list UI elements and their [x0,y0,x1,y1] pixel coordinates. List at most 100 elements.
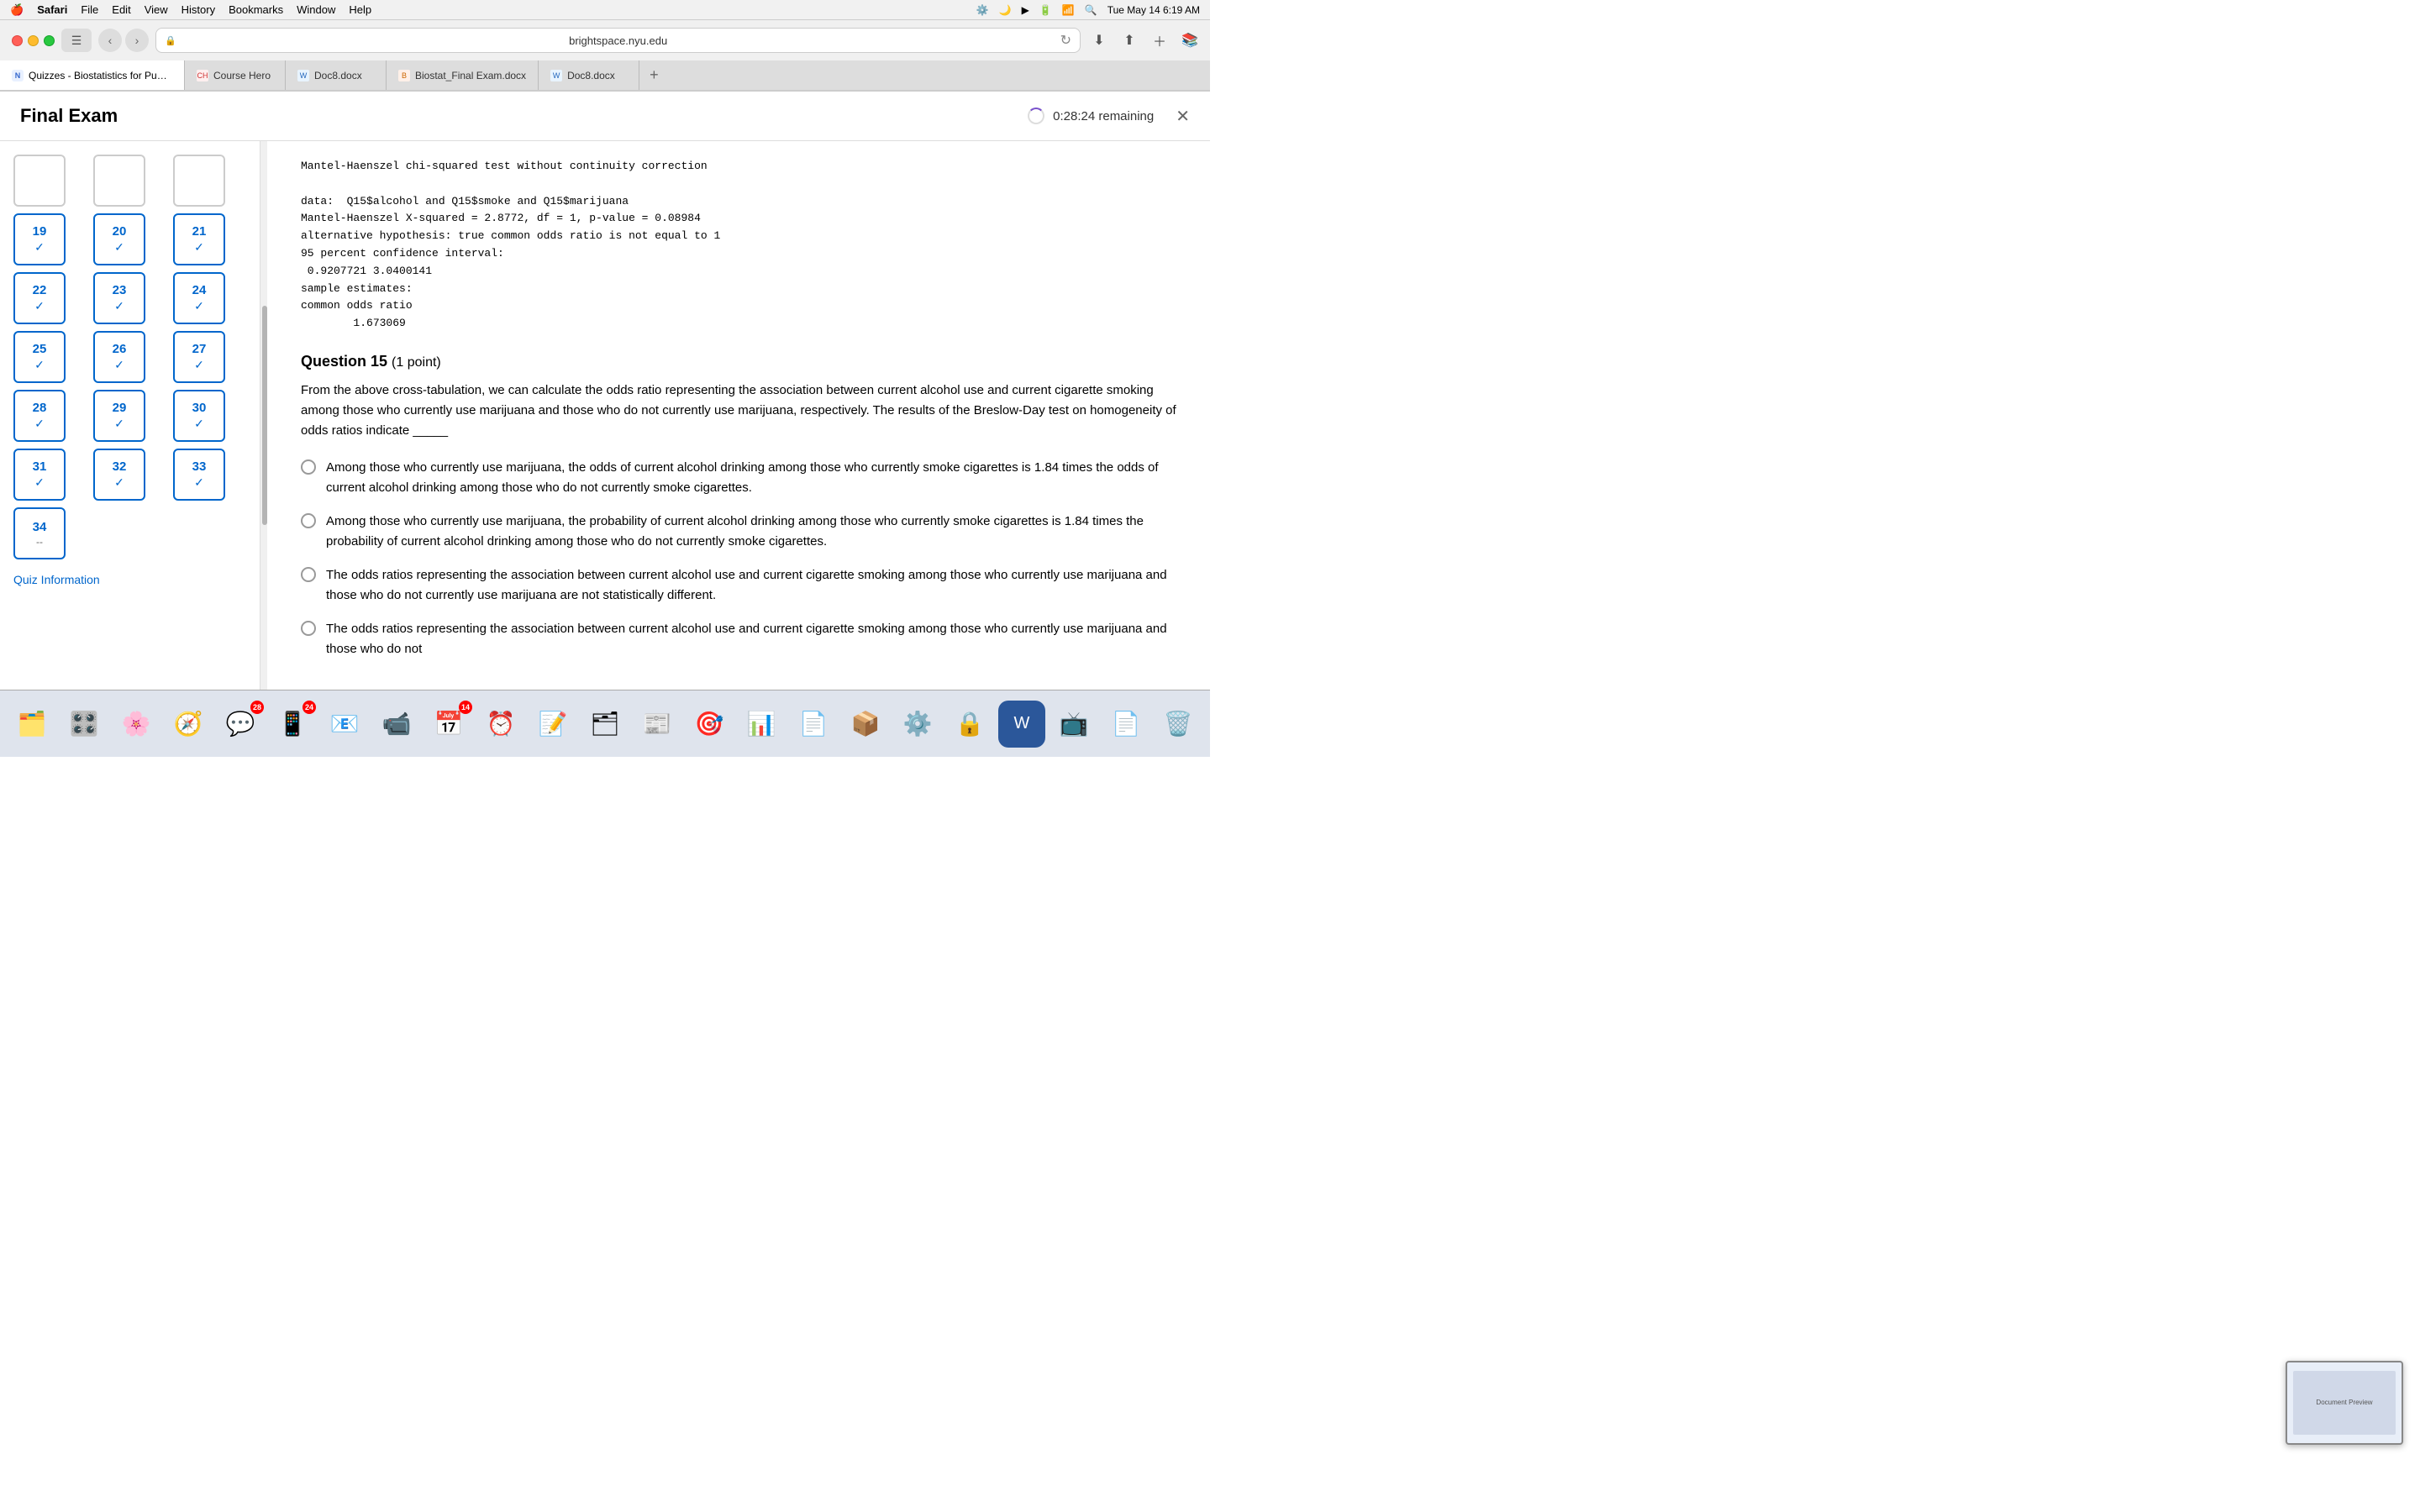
dock-keynote[interactable]: 🎯 [686,701,733,748]
question-nav-28[interactable]: 28✓ [13,390,66,442]
option-d[interactable]: The odds ratios representing the associa… [301,619,1176,659]
tab-biostat[interactable]: B Biostat_Final Exam.docx [387,60,539,90]
dock-safari[interactable]: 🧭 [165,701,212,748]
question-nav-30[interactable]: 30✓ [173,390,225,442]
close-exam-button[interactable]: ✕ [1176,106,1190,127]
question-nav-27[interactable]: 27✓ [173,331,225,383]
reload-button[interactable]: ↻ [1060,32,1071,49]
thumbnail-preview: Document Preview [2287,1362,2402,1443]
minimize-window-button[interactable] [28,35,39,46]
menu-edit[interactable]: Edit [112,3,130,16]
address-bar[interactable]: 🔒 brightspace.nyu.edu ↻ [155,28,1081,53]
clock: Tue May 14 6:19 AM [1107,4,1200,16]
sidebar-toggle-button[interactable]: ☰ [61,29,92,52]
dock-numbers[interactable]: 📊 [738,701,785,748]
dock-word[interactable]: W [998,701,1045,748]
question-nav-29[interactable]: 29✓ [93,390,145,442]
dock-whatsapp2[interactable]: 🔒 [946,701,993,748]
tab-coursehero[interactable]: CH Course Hero [185,60,286,90]
option-c[interactable]: The odds ratios representing the associa… [301,565,1176,606]
question-nav-26[interactable]: 26✓ [93,331,145,383]
tab-label-doc8b: Doc8.docx [567,70,627,81]
menu-file[interactable]: File [81,3,98,16]
do-not-disturb-icon[interactable]: 🌙 [999,4,1012,16]
menu-help[interactable]: Help [349,3,371,16]
question-nav-24[interactable]: 24✓ [173,272,225,324]
dock-messages[interactable]: 💬 28 [217,701,264,748]
back-button[interactable]: ‹ [98,29,122,52]
apple-menu[interactable]: 🍎 [10,3,24,17]
dock-photos[interactable]: 🌸 [113,701,160,748]
add-tab-button[interactable]: + [639,60,669,90]
tab-favicon-doc8a: W [297,70,309,81]
new-tab-button[interactable]: ＋ [1148,29,1171,52]
question-nav-23[interactable]: 23✓ [93,272,145,324]
nav-buttons: ‹ › [98,29,149,52]
option-a[interactable]: Among those who currently use marijuana,… [301,458,1176,498]
menu-view[interactable]: View [145,3,168,16]
option-d-text: The odds ratios representing the associa… [326,619,1176,659]
menu-window[interactable]: Window [297,3,335,16]
tab-doc8b[interactable]: W Doc8.docx [539,60,639,90]
share-button[interactable]: ⬆ [1118,29,1141,52]
tab-label-coursehero: Course Hero [213,70,273,81]
menu-history[interactable]: History [182,3,215,16]
sidebar-scrollbar[interactable] [260,141,267,690]
dock-finder[interactable]: 🗂️ [8,701,55,748]
radio-c[interactable] [301,567,316,582]
url-display[interactable]: brightspace.nyu.edu [182,34,1055,47]
question-nav-34[interactable]: 34 -- [13,507,66,559]
forward-button[interactable]: › [125,29,149,52]
menubar: 🍎 Safari File Edit View History Bookmark… [0,0,1210,20]
dock-appstore[interactable]: 📦 [842,701,889,748]
dock-facetime[interactable]: 📹 [373,701,420,748]
radio-b[interactable] [301,513,316,528]
reading-list-button[interactable]: 📚 [1178,29,1202,52]
dock-doc[interactable]: 📄 [1102,701,1150,748]
tab-bar: N Quizzes - Biostatistics for Public Hea… [0,60,1210,91]
tab-favicon-quizzes: N [12,70,24,81]
dock-notes[interactable]: 📝 [529,701,576,748]
menu-safari[interactable]: Safari [37,3,67,16]
question-nav-31[interactable]: 31✓ [13,449,66,501]
quiz-information-link[interactable]: Quiz Information [13,573,246,586]
control-center-icon[interactable]: ⚙️ [976,4,989,16]
tab-quizzes[interactable]: N Quizzes - Biostatistics for Public Hea… [0,60,185,91]
radio-a[interactable] [301,459,316,475]
dock-news[interactable]: 📰 [634,701,681,748]
dock-trash[interactable]: 🗑️ [1155,701,1202,748]
dock-calendar[interactable]: 📅 14 [425,701,472,748]
question-nav-33[interactable]: 33✓ [173,449,225,501]
battery-icon[interactable]: 🔋 [1039,4,1052,16]
close-window-button[interactable] [12,35,23,46]
dock-systemprefs[interactable]: ⚙️ [894,701,941,748]
tab-favicon-coursehero: CH [197,70,208,81]
content-area[interactable]: Mantel-Haenszel chi-squared test without… [267,141,1210,690]
dock-whatsapp-badge: 24 [302,701,316,714]
question-nav-20[interactable]: 20✓ [93,213,145,265]
question-nav-25[interactable]: 25✓ [13,331,66,383]
dock-whatsapp[interactable]: 📱 24 [269,701,316,748]
question-nav-19[interactable]: 19✓ [13,213,66,265]
option-b[interactable]: Among those who currently use marijuana,… [301,512,1176,552]
dock-calendar-badge: 14 [459,701,472,714]
airplay-icon[interactable]: ▶ [1022,4,1029,16]
question-nav-22[interactable]: 22✓ [13,272,66,324]
dock-mail[interactable]: 📧 [321,701,368,748]
radio-d[interactable] [301,621,316,636]
question-nav-21[interactable]: 21✓ [173,213,225,265]
dock-files[interactable]: 🗂 [581,701,629,748]
dock-pages[interactable]: 📄 [790,701,837,748]
dock-clock[interactable]: ⏰ [477,701,524,748]
dock: 🗂️ 🎛️ 🌸 🧭 💬 28 📱 24 📧 📹 📅 14 ⏰ 📝 🗂 📰 🎯 📊… [0,690,1210,757]
dock-appletv[interactable]: 📺 [1050,701,1097,748]
tab-doc8a[interactable]: W Doc8.docx [286,60,387,90]
dock-launchpad[interactable]: 🎛️ [60,701,108,748]
option-b-text: Among those who currently use marijuana,… [326,512,1176,552]
downloads-button[interactable]: ⬇ [1087,29,1111,52]
fullscreen-window-button[interactable] [44,35,55,46]
question-nav-32[interactable]: 32✓ [93,449,145,501]
search-icon[interactable]: 🔍 [1085,4,1097,16]
menu-bookmarks[interactable]: Bookmarks [229,3,283,16]
wifi-icon[interactable]: 📶 [1062,4,1075,16]
